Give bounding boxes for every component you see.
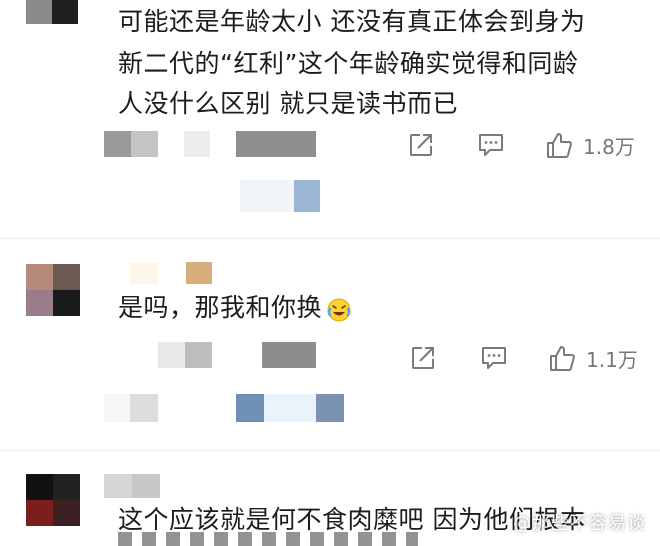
comment-text-line: 是吗，那我和你换	[118, 288, 352, 328]
comment-text-line: 人没什么区别 就只是读书而已	[118, 89, 458, 118]
watermark: @那些不容易谈	[513, 513, 646, 534]
like-button[interactable]: 1.8万	[545, 130, 635, 160]
thumbs-up-icon	[547, 133, 572, 158]
comment-text-line: 新二代的“红利”这个年龄确实觉得和同龄	[118, 49, 579, 78]
meta-info-blurred	[262, 342, 316, 368]
meta-info-blurred	[104, 131, 158, 157]
meta-info-blurred	[184, 131, 210, 157]
meta-info-blurred	[158, 342, 212, 368]
avatar-blurred[interactable]	[26, 264, 80, 316]
share-button[interactable]	[408, 132, 434, 158]
comment-text: 是吗，那我和你换	[118, 293, 323, 322]
like-count: 1.8万	[583, 134, 635, 159]
comment-text-line: 可能还是年龄太小 还没有真正体会到身为	[118, 7, 586, 36]
meta-info-blurred	[236, 131, 316, 157]
comment-button[interactable]	[477, 132, 505, 158]
like-button[interactable]: 1.1万	[548, 343, 638, 373]
like-count: 1.1万	[586, 347, 638, 372]
comment-divider	[0, 450, 660, 451]
comment-icon	[482, 347, 506, 369]
share-icon	[412, 347, 434, 369]
avatar-blurred[interactable]	[26, 0, 78, 24]
comment-divider	[0, 238, 660, 239]
crying-laughing-emoji-icon	[326, 295, 352, 322]
thumbs-up-icon	[550, 346, 575, 371]
comment-icon	[479, 134, 503, 156]
comment-button[interactable]	[480, 345, 508, 371]
avatar-blurred[interactable]	[26, 474, 80, 526]
username-blurred[interactable]	[104, 474, 160, 498]
share-icon	[410, 134, 432, 156]
username-blurred[interactable]	[130, 262, 212, 284]
share-button[interactable]	[410, 345, 436, 371]
reply-preview-blurred[interactable]	[180, 180, 320, 212]
comment-text-cutoff	[118, 532, 418, 546]
reply-preview-blurred[interactable]	[104, 394, 344, 422]
